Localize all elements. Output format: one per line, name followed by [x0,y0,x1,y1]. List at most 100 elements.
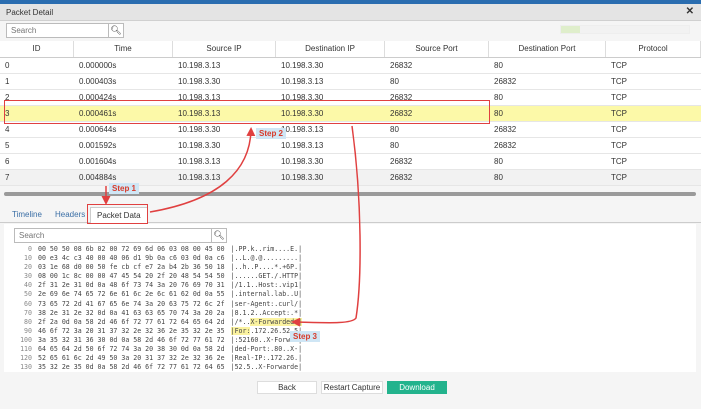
hex-bytes: 73 65 72 2d 41 67 65 6e 74 3a 20 63 75 7… [38,299,225,308]
table-cell: 80 [390,77,399,86]
table-cell: 26832 [390,173,413,182]
table-cell: TCP [611,157,627,166]
table-row[interactable]: 1 0.000403s 10.198.3.30 10.198.3.13 80 26832 T… [0,74,701,90]
hex-bytes: 2f 2a 0d 0a 58 2d 46 6f 72 77 61 72 64 6… [38,317,225,326]
progress-fill [561,26,581,33]
table-cell: 10.198.3.30 [281,173,324,182]
hex-bytes: 38 2e 31 2e 32 0d 0a 41 63 63 65 70 74 3… [38,308,225,317]
hex-line: 10 00 e3 4c c3 40 00 40 06 d1 9b 0a c6 03… [10,254,302,263]
column-header[interactable]: Destination IP [276,41,385,57]
hex-bytes: 35 32 2e 35 0d 0a 58 2d 46 6f 72 77 61 7… [38,363,225,372]
table-cell: 80 [494,93,503,102]
table-cell: TCP [611,77,627,86]
table-cell: 80 [390,125,399,134]
hex-pre: |ser-Agent:.curl/| [230,299,303,308]
table-cell: 10.198.3.13 [281,141,324,150]
hex-bytes: 03 1e 68 d0 00 50 fe cb cf e7 2a b4 2b 3… [38,263,225,272]
table-cell: 5 [5,141,10,150]
close-icon[interactable]: ✕ [686,6,694,17]
table-header: ID Time Source IP Destination IP Source Port… [0,41,701,58]
hex-bytes: 2f 31 2e 31 0d 0a 48 6f 73 74 3a 20 76 6… [38,281,225,290]
table-cell: TCP [611,141,627,150]
hex-offset: 40 [24,281,32,290]
hex-offset: 80 [24,317,32,326]
packet-data-search-input[interactable] [15,229,205,242]
hex-bytes: 00 50 50 08 6b 02 00 72 69 6d 06 03 08 0… [38,245,225,253]
hex-offset: 90 [24,326,32,335]
search-icon[interactable]: 🔍︎ [108,24,123,37]
hex-line: 70 38 2e 31 2e 32 0d 0a 41 63 63 65 70 74… [10,309,302,318]
table-row[interactable]: 7 0.004884s 10.198.3.13 10.198.3.30 26832 80 T… [0,170,701,186]
table-cell: 80 [494,173,503,182]
window-title: Packet Detail [6,8,54,17]
hex-pre: |/*.. [230,317,251,326]
hex-pre: |.internal.lab..U| [230,290,303,299]
progress-bar [560,25,690,34]
table-cell: 0.001592s [79,141,117,150]
hex-offset: 0 [28,245,32,253]
hex-pre: |.PP.k..rim....E.| [230,245,303,253]
column-header[interactable]: Source Port [385,41,489,57]
hex-bytes: 46 6f 72 3a 20 31 37 32 2e 32 36 2e 35 3… [38,326,225,335]
hex-offset: 100 [20,335,32,344]
hex-line: 100 3a 35 32 31 36 30 0d 0a 58 2d 46 6f 7… [10,336,302,345]
table-cell: 0.000403s [79,77,117,86]
step1-label: Step 1 [109,183,140,194]
table-cell: 10.198.3.30 [281,61,324,70]
hex-line: 30 08 00 1c 8c 00 00 47 45 54 20 2f 20 48… [10,272,302,281]
hex-line: 110 64 65 64 2d 50 6f 72 74 3a 20 38 30 0… [10,345,302,354]
table-cell: 10.198.3.13 [178,61,221,70]
table-cell: 10.198.3.30 [281,157,324,166]
column-header[interactable]: ID [0,41,74,57]
hex-line: 130 35 32 2e 35 0d 0a 58 2d 46 6f 72 77 6… [10,363,302,372]
table-cell: TCP [611,93,627,102]
hex-bytes: 3a 35 32 31 36 30 0d 0a 58 2d 46 6f 72 7… [38,335,225,344]
highlight-box-tab [87,204,148,224]
hex-bytes: 52 65 61 6c 2d 49 50 3a 20 31 37 32 2e 3… [38,354,225,363]
table-cell: 10.198.3.13 [281,77,324,86]
hex-line: 50 2e 69 6e 74 65 72 6e 61 6c 2e 6c 61 62… [10,290,302,299]
search-icon[interactable]: 🔍︎ [211,229,226,242]
table-row[interactable]: 4 0.000644s 10.198.3.30 10.198.3.13 80 26832 T… [0,122,701,138]
table-cell: TCP [611,173,627,182]
column-header[interactable]: Protocol [606,41,701,57]
hex-pre: |ded-Port:.80..X-| [230,345,303,354]
tab-headers[interactable]: Headers [55,207,85,223]
table-cell: 7 [5,173,10,182]
hex-offset: 50 [24,290,32,299]
table-cell: 26832 [390,61,413,70]
hex-line: 80 2f 2a 0d 0a 58 2d 46 6f 72 77 61 72 64… [10,317,303,327]
hex-line: 40 2f 31 2e 31 0d 0a 48 6f 73 74 3a 20 76… [10,281,302,290]
step3-label: Step 3 [290,331,321,342]
table-row[interactable]: 5 0.001592s 10.198.3.30 10.198.3.13 80 26832 T… [0,138,701,154]
hex-offset: 30 [24,272,32,281]
restart-capture-button[interactable]: Restart Capture [321,381,383,394]
tab-timeline[interactable]: Timeline [12,207,42,223]
table-cell: 10.198.3.30 [178,141,221,150]
table-cell: 1 [5,77,10,86]
hex-dump: 0 00 50 50 08 6b 02 00 72 69 6d 06 03 08 … [10,245,303,372]
column-header[interactable]: Time [74,41,173,57]
table-cell: 0.000644s [79,125,117,134]
hex-pre: |..h..P....*.+6P.| [230,263,303,272]
table-cell: 26832 [390,157,413,166]
packet-list-search: 🔍︎ [6,23,124,38]
hex-bytes: 00 e3 4c c3 40 00 40 06 d1 9b 0a c6 03 0… [38,254,225,263]
download-button[interactable]: Download [387,381,447,394]
table-cell: 0.001604s [79,157,117,166]
table-cell: 26832 [494,125,517,134]
search-input[interactable] [7,24,121,37]
hex-line: 120 52 65 61 6c 2d 49 50 3a 20 31 37 32 2… [10,354,302,363]
table-row[interactable]: 0 0.000000s 10.198.3.13 10.198.3.30 26832 80 T… [0,58,701,74]
column-header[interactable]: Destination Port [489,41,606,57]
hex-pre: |......GET./.HTTP| [230,272,303,281]
table-row[interactable]: 6 0.001604s 10.198.3.13 10.198.3.30 26832 80 T… [0,154,701,170]
table-cell: 4 [5,125,10,134]
horizontal-scrollbar[interactable] [4,192,696,196]
title-bar: Packet Detail ✕ [0,4,701,21]
table-cell: 80 [494,109,503,118]
hex-line: 20 03 1e 68 d0 00 50 fe cb cf e7 2a b4 2b… [10,263,302,272]
step2-label: Step 2 [256,128,287,139]
back-button[interactable]: Back [257,381,317,394]
column-header[interactable]: Source IP [173,41,276,57]
